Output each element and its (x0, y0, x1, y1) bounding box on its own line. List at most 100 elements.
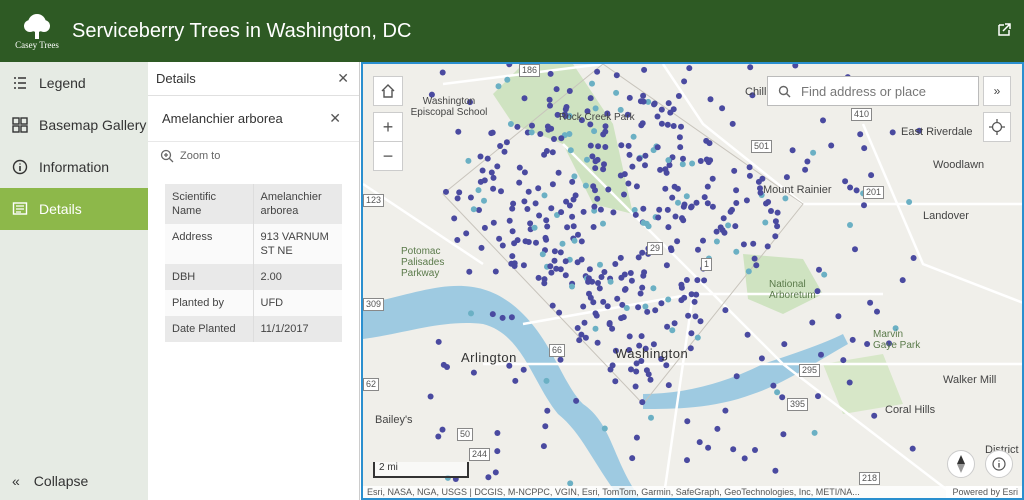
tree-point[interactable] (595, 143, 602, 150)
tree-point[interactable] (494, 163, 501, 170)
tree-point[interactable] (871, 412, 878, 419)
tree-point[interactable] (628, 277, 635, 284)
tree-point[interactable] (688, 204, 694, 211)
tree-point[interactable] (842, 178, 849, 185)
tree-point[interactable] (551, 257, 558, 264)
tree-point[interactable] (501, 148, 508, 155)
tree-point[interactable] (609, 325, 616, 332)
tree-point[interactable] (547, 102, 553, 109)
tree-point[interactable] (685, 312, 692, 319)
tree-point[interactable] (618, 274, 625, 281)
tree-point[interactable] (520, 366, 527, 373)
tree-point[interactable] (714, 425, 721, 432)
tree-point[interactable] (490, 174, 497, 181)
tree-point[interactable] (747, 64, 754, 71)
tree-point[interactable] (861, 202, 867, 209)
tree-point[interactable] (768, 208, 774, 214)
tree-point[interactable] (654, 113, 661, 120)
tree-point[interactable] (496, 235, 503, 242)
tree-point[interactable] (569, 283, 575, 290)
tree-point[interactable] (693, 291, 700, 298)
tree-point[interactable] (681, 78, 688, 85)
tree-point[interactable] (632, 211, 639, 218)
tree-point[interactable] (522, 238, 529, 245)
tree-point[interactable] (592, 105, 599, 112)
tree-point[interactable] (782, 195, 789, 202)
tree-point[interactable] (658, 106, 665, 113)
tree-point[interactable] (665, 157, 672, 164)
tree-point[interactable] (589, 153, 596, 160)
tree-point[interactable] (713, 238, 720, 245)
tree-point[interactable] (597, 261, 603, 268)
tree-point[interactable] (733, 373, 740, 380)
tree-point[interactable] (521, 169, 528, 176)
tree-point[interactable] (557, 249, 564, 256)
tree-point[interactable] (705, 444, 712, 451)
tree-point[interactable] (548, 269, 555, 276)
tree-point[interactable] (665, 382, 672, 389)
tree-point[interactable] (589, 80, 595, 87)
tree-point[interactable] (867, 299, 874, 306)
tree-point[interactable] (680, 217, 687, 224)
tree-point[interactable] (680, 203, 687, 210)
collapse-button[interactable]: « Collapse (0, 462, 148, 500)
tree-point[interactable] (547, 263, 554, 270)
tree-point[interactable] (625, 142, 632, 149)
tree-point[interactable] (481, 197, 487, 204)
tree-point[interactable] (548, 125, 555, 132)
tree-point[interactable] (488, 169, 495, 176)
tree-point[interactable] (463, 230, 470, 237)
tree-point[interactable] (582, 182, 589, 189)
tree-point[interactable] (675, 93, 682, 99)
tree-point[interactable] (535, 274, 542, 281)
tree-point[interactable] (849, 336, 856, 343)
tree-point[interactable] (477, 153, 484, 160)
tree-point[interactable] (674, 238, 681, 245)
tree-point[interactable] (587, 95, 594, 102)
tree-point[interactable] (531, 224, 538, 231)
tree-point[interactable] (686, 65, 693, 72)
tree-point[interactable] (740, 241, 747, 248)
tree-point[interactable] (828, 142, 835, 149)
tree-point[interactable] (633, 183, 640, 190)
tree-point[interactable] (578, 238, 585, 245)
zoom-out-button[interactable]: − (373, 141, 403, 171)
tree-point[interactable] (694, 277, 701, 284)
tree-point[interactable] (571, 173, 578, 180)
tree-point[interactable] (638, 333, 645, 340)
tree-point[interactable] (576, 337, 583, 344)
tree-point[interactable] (485, 474, 492, 481)
tree-point[interactable] (440, 361, 447, 368)
tree-point[interactable] (709, 203, 716, 210)
tree-point[interactable] (625, 180, 632, 187)
tree-point[interactable] (606, 320, 613, 326)
tree-point[interactable] (622, 286, 629, 292)
tree-point[interactable] (770, 382, 777, 389)
tree-point[interactable] (508, 314, 515, 321)
tree-point[interactable] (478, 244, 485, 251)
tree-point[interactable] (774, 389, 781, 396)
tree-point[interactable] (758, 355, 765, 362)
tree-point[interactable] (701, 277, 708, 284)
locate-button[interactable] (983, 112, 1011, 142)
tree-point[interactable] (563, 104, 570, 110)
tree-point[interactable] (626, 333, 633, 340)
tree-point[interactable] (509, 228, 516, 235)
tree-point[interactable] (802, 166, 809, 173)
tree-point[interactable] (874, 308, 880, 315)
tree-point[interactable] (439, 426, 446, 433)
tree-point[interactable] (543, 148, 550, 154)
tree-point[interactable] (598, 274, 605, 280)
tree-point[interactable] (688, 330, 695, 337)
tree-point[interactable] (498, 188, 504, 195)
tree-point[interactable] (497, 143, 504, 149)
tree-point[interactable] (514, 123, 521, 130)
tree-point[interactable] (772, 233, 779, 240)
tree-point[interactable] (593, 312, 600, 319)
tree-point[interactable] (815, 393, 821, 400)
tree-point[interactable] (511, 240, 518, 247)
tree-point[interactable] (617, 254, 624, 261)
expand-button[interactable]: » (983, 76, 1011, 106)
tree-point[interactable] (821, 271, 828, 278)
tree-point[interactable] (573, 397, 580, 404)
